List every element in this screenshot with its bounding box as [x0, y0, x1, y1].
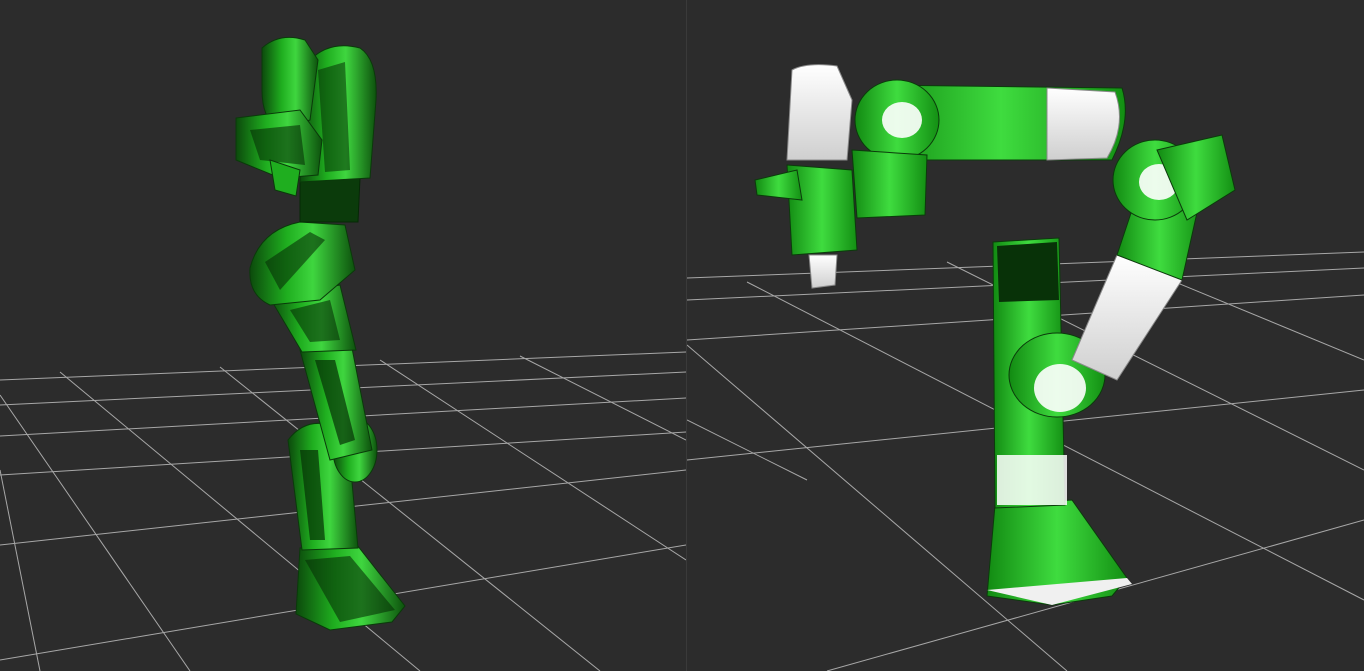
viewport-left-canvas[interactable] [0, 0, 686, 671]
viewport-right-canvas[interactable] [687, 0, 1364, 671]
robot-link-4 [299, 177, 361, 223]
robot-link-4 [786, 64, 853, 161]
3d-viewport-right[interactable] [687, 0, 1364, 671]
robot-model-left[interactable] [235, 36, 406, 631]
robot-model-right[interactable] [754, 64, 1236, 606]
app-window [0, 0, 1364, 671]
3d-viewport-left[interactable] [0, 0, 686, 671]
robot-link-1-band [997, 455, 1067, 505]
gripper-finger [808, 254, 838, 289]
